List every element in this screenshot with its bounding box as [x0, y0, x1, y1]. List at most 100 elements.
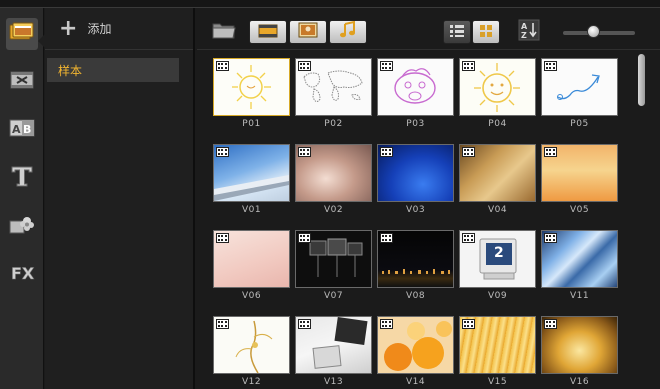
clip-item[interactable]: 2 V09 [459, 230, 536, 301]
clip-item[interactable]: V02 [295, 144, 372, 215]
show-audio-toggle[interactable] [329, 20, 367, 44]
clip-item[interactable]: V14 [377, 316, 454, 387]
clip-caption: P01 [242, 119, 261, 129]
sort-button[interactable]: A Z [517, 19, 541, 45]
thumbnail-view-icon [479, 23, 493, 42]
clip-grid: P01 P02 P03 P04 P05 V01 V02 V03 V04 V05 … [213, 58, 633, 389]
countdown-digit: 2 [494, 245, 504, 261]
clip-item[interactable]: P03 [377, 58, 454, 129]
library-item-label: 样本 [58, 63, 83, 78]
clip-thumbnail[interactable] [295, 58, 372, 116]
clip-item[interactable]: V15 [459, 316, 536, 387]
clip-thumbnail[interactable] [541, 144, 618, 202]
thumbnail-view-button[interactable] [472, 20, 500, 44]
clip-item[interactable]: V03 [377, 144, 454, 215]
list-view-button[interactable] [443, 20, 471, 44]
rail-graphics[interactable] [6, 210, 38, 242]
clip-item[interactable]: V06 [213, 230, 290, 301]
clip-caption: V16 [569, 377, 590, 387]
graphics-icon [9, 213, 35, 239]
rail-transitions[interactable] [6, 66, 38, 98]
clip-item[interactable]: V16 [541, 316, 618, 387]
clip-thumbnail[interactable] [459, 316, 536, 374]
clip-item[interactable]: P04 [459, 58, 536, 129]
photo-filter-icon [298, 22, 318, 42]
library-header: + 添加 [45, 8, 193, 50]
zoom-slider-handle[interactable] [587, 25, 600, 38]
show-photo-toggle[interactable] [289, 20, 327, 44]
clip-item[interactable]: V05 [541, 144, 618, 215]
open-folder-button[interactable] [211, 20, 237, 44]
clip-caption: P02 [324, 119, 343, 129]
video-badge-icon [462, 233, 475, 243]
clip-thumbnail[interactable] [541, 58, 618, 116]
clip-thumbnail[interactable] [213, 230, 290, 288]
video-badge-icon [298, 233, 311, 243]
plus-icon: + [59, 15, 78, 41]
video-badge-icon [462, 147, 475, 157]
video-badge-icon [380, 233, 393, 243]
clip-item[interactable]: V08 [377, 230, 454, 301]
clip-caption: V09 [487, 291, 508, 301]
clip-caption: P04 [488, 119, 507, 129]
clip-item[interactable]: P01 [213, 58, 290, 129]
video-badge-icon [298, 319, 311, 329]
video-badge-icon [462, 319, 475, 329]
video-badge-icon [216, 319, 229, 329]
clip-item[interactable]: P05 [541, 58, 618, 129]
clip-thumbnail[interactable] [459, 144, 536, 202]
clip-thumbnail[interactable] [541, 230, 618, 288]
clip-thumbnail[interactable] [377, 58, 454, 116]
video-badge-icon [380, 319, 393, 329]
clip-thumbnail[interactable] [295, 316, 372, 374]
clip-caption: V02 [323, 205, 344, 215]
scrollbar-thumb[interactable] [638, 54, 645, 106]
clip-item[interactable]: V04 [459, 144, 536, 215]
svg-text:B: B [23, 123, 31, 136]
clip-thumbnail[interactable] [377, 144, 454, 202]
add-library-button[interactable]: + 添加 [59, 15, 112, 41]
clip-thumbnail[interactable] [213, 144, 290, 202]
clip-caption: V05 [569, 205, 590, 215]
rail-filters[interactable]: FX [6, 258, 38, 290]
library-icon [9, 21, 35, 47]
clip-item[interactable]: V11 [541, 230, 618, 301]
ab-icon: A B [9, 117, 35, 143]
rail-text[interactable] [6, 162, 38, 194]
video-badge-icon [544, 61, 557, 71]
title-icon [9, 164, 35, 192]
clip-thumbnail[interactable] [213, 316, 290, 374]
clip-thumbnail[interactable] [295, 144, 372, 202]
rail-titles-ab[interactable]: A B [6, 114, 38, 146]
library-item-samples[interactable]: 样本 [47, 58, 179, 82]
clip-thumbnail[interactable] [377, 316, 454, 374]
video-badge-icon [462, 61, 475, 71]
clip-thumbnail[interactable] [213, 58, 290, 116]
svg-text:A: A [521, 22, 528, 31]
svg-text:Z: Z [521, 31, 527, 40]
clip-thumbnail[interactable] [459, 58, 536, 116]
rail-media-library[interactable] [6, 18, 38, 50]
clip-item[interactable]: V12 [213, 316, 290, 387]
window-top-strip [0, 0, 660, 8]
clip-thumbnail[interactable] [541, 316, 618, 374]
vertical-scrollbar[interactable] [635, 54, 649, 384]
clip-caption: V11 [569, 291, 590, 301]
clip-item[interactable]: V01 [213, 144, 290, 215]
clip-thumbnail[interactable] [377, 230, 454, 288]
list-view-icon [449, 23, 465, 42]
add-label: 添加 [87, 22, 112, 36]
clip-item[interactable]: P02 [295, 58, 372, 129]
browser-toolbar: A Z [197, 8, 660, 50]
video-filter-icon [258, 23, 278, 42]
show-video-toggle[interactable] [249, 20, 287, 44]
clip-item[interactable]: V13 [295, 316, 372, 387]
clip-caption: V13 [323, 377, 344, 387]
video-badge-icon [216, 233, 229, 243]
clip-thumbnail[interactable]: 2 [459, 230, 536, 288]
sort-icon: A Z [518, 19, 540, 45]
video-badge-icon [216, 61, 229, 71]
category-rail: A B FX [0, 8, 45, 389]
clip-thumbnail[interactable] [295, 230, 372, 288]
clip-item[interactable]: V07 [295, 230, 372, 301]
